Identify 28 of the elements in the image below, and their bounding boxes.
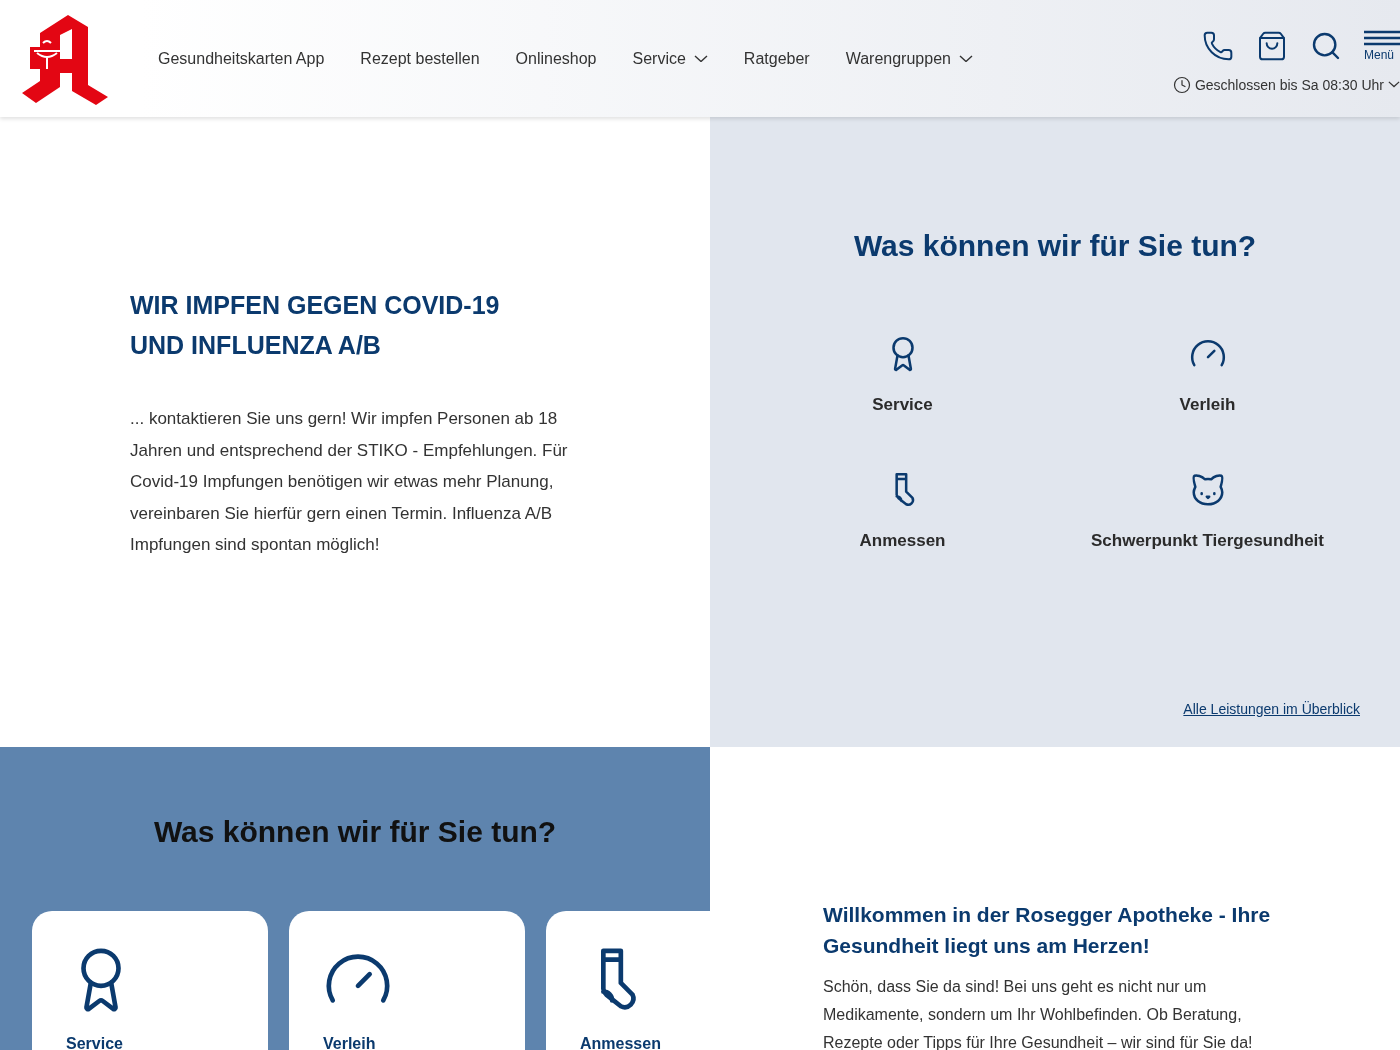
cart-button[interactable] (1256, 29, 1288, 62)
service-link[interactable]: Anmessen (859, 531, 946, 551)
service-link[interactable]: Service (872, 395, 933, 415)
menu-button[interactable]: Menü (1364, 29, 1400, 62)
service-card[interactable]: Anmessen (546, 911, 710, 1050)
pharmacy-logo[interactable] (20, 12, 110, 105)
phone-button[interactable] (1202, 29, 1234, 62)
nav-link[interactable]: Ratgeber (743, 49, 810, 68)
clock-icon (1172, 75, 1191, 94)
service-link[interactable]: Verleih (1179, 395, 1236, 415)
section-heading: WIR IMPFEN GEGEN COVID-19 UND INFLUENZA A/B (130, 290, 501, 361)
section-heading: Was können wir für Sie tun? (853, 229, 1257, 263)
nav-link[interactable]: Warengruppen (845, 49, 973, 68)
chevron-icon (693, 54, 708, 63)
overview-link[interactable]: Alle Leistungen im Überblick (1183, 701, 1360, 717)
service-card[interactable]: Service (32, 911, 268, 1050)
nav-link[interactable]: Service (632, 49, 708, 68)
chevron-icon (1388, 81, 1400, 88)
welcome-heading: Willkommen in der Rosegger Apotheke - Ihre Gesundheit liegt uns am Herzen! (823, 902, 1272, 959)
opening-hours[interactable]: Geschlossen bis Sa 08:30 Uhr (1172, 75, 1400, 94)
chevron-icon (958, 54, 973, 63)
section-heading: Was können wir für Sie tun? (152, 815, 558, 849)
section-text: ... kontaktieren Sie uns gern! Wir impfen Personen ab 18 Jahren und entsprechend der STIKO - Empfehlungen. Für Covid-19 Impfungen benötigen wir etwas mehr Planung, vereinbaren Sie hierfür gern einen Termin. Influenza A/B Impfungen sind spontan möglich! (130, 408, 569, 556)
nav-link[interactable]: Onlineshop (515, 49, 597, 68)
nav-link[interactable]: Rezept bestellen (360, 49, 480, 68)
service-link[interactable]: Schwerpunkt Tiergesundheit (1091, 531, 1324, 551)
service-card[interactable]: Verleih (289, 911, 525, 1050)
nav-link[interactable]: Gesundheitskarten App (158, 49, 325, 68)
